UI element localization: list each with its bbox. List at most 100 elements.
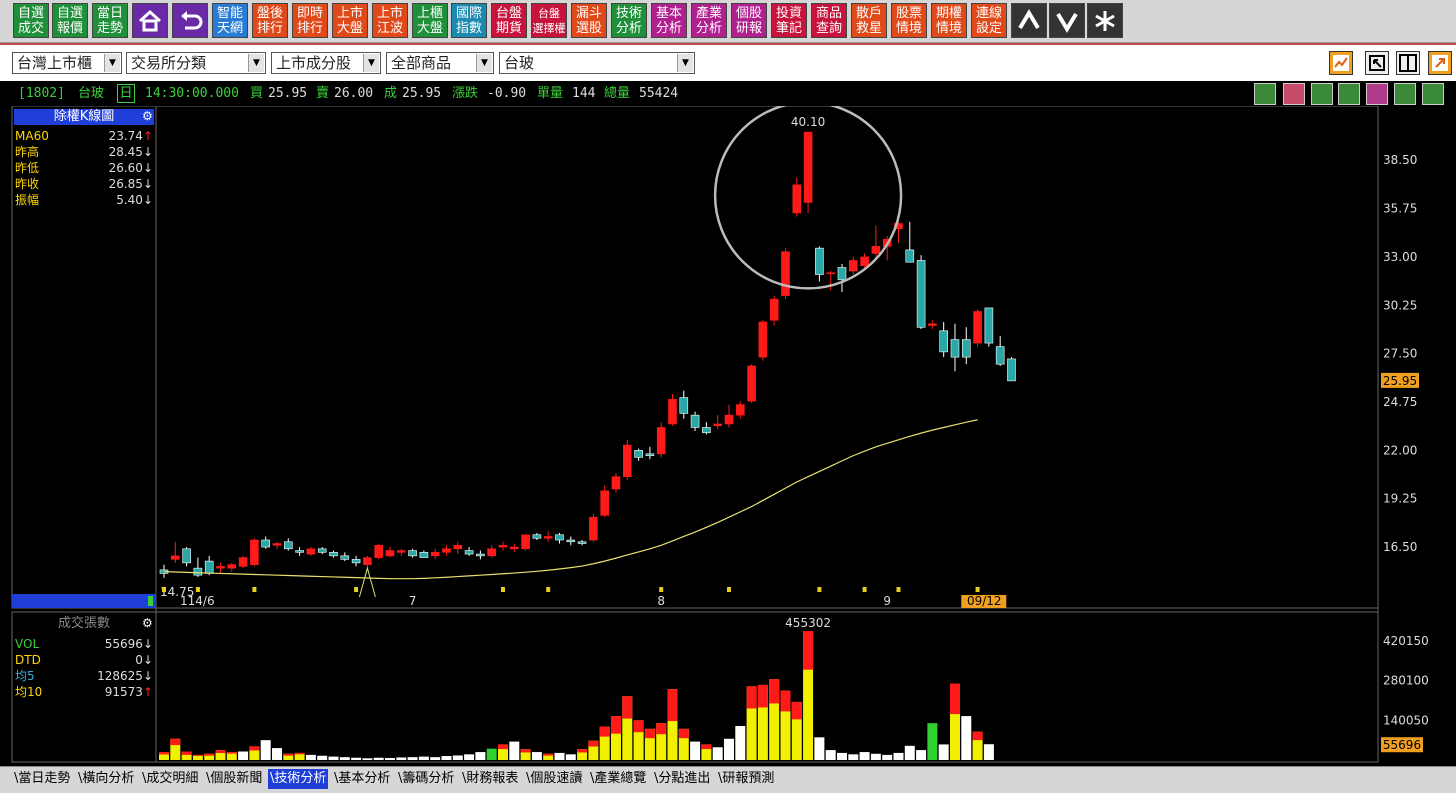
toolbar-button-2[interactable]: 當日 走勢: [92, 3, 128, 38]
y-tick-label: 33.00: [1383, 250, 1417, 264]
toolbar-button-13[interactable]: 技術 分析: [611, 3, 647, 38]
candle-body: [227, 564, 237, 569]
volume-bar: [882, 754, 893, 760]
toolbar-button-20[interactable]: 股票 情境: [891, 3, 927, 38]
volume-bar-red-segment: [667, 689, 678, 722]
volume-bar: [475, 752, 486, 760]
tab-3[interactable]: \個股新聞: [204, 769, 264, 789]
toolbar-button-18[interactable]: 商品 查詢: [811, 3, 847, 38]
toolbar-button-16[interactable]: 個股 研報: [731, 3, 767, 38]
period-button[interactable]: 日: [117, 84, 135, 103]
toolbar-button-1[interactable]: 自選 報價: [52, 3, 88, 38]
max-volume-label: 455302: [785, 616, 831, 630]
popout-icon[interactable]: [1365, 51, 1389, 75]
candle-body: [204, 560, 214, 574]
chart-style-icon[interactable]: [1329, 51, 1353, 75]
toolbar-button-5[interactable]: 即時 排行: [292, 3, 328, 38]
toolbar-button-9[interactable]: 國際 指數: [451, 3, 487, 38]
candle-body: [713, 423, 722, 427]
settings-list-icon[interactable]: [1394, 83, 1416, 105]
candle-body: [170, 555, 180, 560]
candle-body: [487, 548, 496, 557]
volume-settings-gear-icon[interactable]: ⚙: [142, 616, 153, 630]
toolbar-button-19[interactable]: 散戶 救星: [851, 3, 887, 38]
candle-body: [193, 567, 203, 576]
trend-arrow-icon: ↓: [142, 177, 153, 191]
event-marker: [500, 587, 505, 592]
kline_panel-label: MA60: [15, 129, 49, 143]
menu-icon[interactable]: [1422, 83, 1444, 105]
up-arrow-icon[interactable]: [1011, 3, 1047, 38]
compare-icon[interactable]: [1283, 83, 1305, 105]
trend-arrow-icon: ↓: [142, 653, 153, 667]
volume-bar-red-segment: [543, 753, 554, 756]
selector-bar: 台灣上市櫃 ▼ 交易所分類 ▼ 上市成分股 ▼ 全部商品 ▼ 台玻 ▼: [0, 43, 1456, 83]
trend-arrow-icon: ↑: [142, 685, 153, 699]
toolbar-button-12[interactable]: 漏斗 選股: [571, 3, 607, 38]
toolbar-button-11[interactable]: 台盤 選擇權: [531, 3, 567, 38]
toolbar-button-17[interactable]: 投資 筆記: [771, 3, 807, 38]
tab-7[interactable]: \財務報表: [460, 769, 520, 789]
toolbar-button-15[interactable]: 產業 分析: [691, 3, 727, 38]
y-tick-label: 38.50: [1383, 153, 1417, 167]
home-icon[interactable]: [132, 3, 168, 38]
remove-panel-icon[interactable]: [1366, 83, 1388, 105]
toolbar-button-6[interactable]: 上市 大盤: [332, 3, 368, 38]
toolbar-button-3[interactable]: 智能 天網: [212, 3, 248, 38]
volume-tick-label: 140050: [1383, 713, 1429, 727]
volume-bar: [351, 757, 362, 760]
toolbar-button-8[interactable]: 上櫃 大盤: [412, 3, 448, 38]
toolbar-button-7[interactable]: 上市 江波: [372, 3, 408, 38]
asterisk-icon[interactable]: [1087, 3, 1123, 38]
tab-6[interactable]: \籌碼分析: [396, 769, 456, 789]
tab-1[interactable]: \橫向分析: [76, 769, 136, 789]
category-select[interactable]: 交易所分類 ▼: [126, 52, 266, 74]
tab-5[interactable]: \基本分析: [332, 769, 392, 789]
tab-2[interactable]: \成交明細: [140, 769, 200, 789]
component-select[interactable]: 上市成分股 ▼: [271, 52, 381, 74]
event-marker: [975, 587, 980, 592]
y-tick-label: 35.75: [1383, 202, 1417, 216]
candle-body: [521, 534, 530, 550]
toolbar-button-4[interactable]: 盤後 排行: [252, 3, 288, 38]
candle-body: [600, 490, 609, 516]
candle-body: [250, 539, 259, 565]
market-select[interactable]: 台灣上市櫃 ▼: [12, 52, 122, 74]
stock-name: 台玻: [78, 86, 105, 101]
back-arrow-icon[interactable]: [172, 3, 208, 38]
layout-icon[interactable]: [1254, 83, 1276, 105]
add-panel-icon[interactable]: [1338, 83, 1360, 105]
kline-settings-gear-icon[interactable]: ⚙: [142, 109, 153, 123]
candle-body: [419, 552, 429, 558]
candle-body: [351, 559, 361, 564]
x-tick-label: 9: [883, 594, 891, 608]
volume-bar: [690, 741, 701, 760]
toolbar-button-22[interactable]: 連線 設定: [971, 3, 1007, 38]
stock-select[interactable]: 台玻 ▼: [499, 52, 695, 74]
last-volume-label: 55696: [1383, 738, 1421, 752]
expand-icon[interactable]: [1428, 51, 1452, 75]
volume-bar: [317, 755, 328, 760]
tab-8[interactable]: \個股速讀: [524, 769, 584, 789]
split-view-icon[interactable]: [1396, 51, 1420, 75]
product-select[interactable]: 全部商品 ▼: [386, 52, 494, 74]
toolbar-button-21[interactable]: 期權 情境: [931, 3, 967, 38]
tab-0[interactable]: \當日走勢: [12, 769, 72, 789]
indicator-icon[interactable]: [1311, 83, 1333, 105]
toolbar-button-10[interactable]: 台盤 期貨: [491, 3, 527, 38]
technical-chart-svg[interactable]: 38.50 35.75 33.00 30.25 27.50 24.75 22.00 19.25…: [0, 101, 1456, 766]
toolbar-button-14[interactable]: 基本 分析: [651, 3, 687, 38]
tab-11[interactable]: \研報預測: [716, 769, 776, 789]
candle-body: [656, 427, 666, 455]
x-tick-label: 8: [657, 594, 665, 608]
tab-9[interactable]: \產業總覽: [588, 769, 648, 789]
toolbar-button-0[interactable]: 自選 成交: [13, 3, 49, 38]
volume-bar: [859, 752, 870, 760]
volume-bar-red-segment: [757, 684, 768, 708]
tab-10[interactable]: \分點進出: [652, 769, 712, 789]
tab-4[interactable]: \技術分析: [268, 769, 329, 789]
kline-panel-title[interactable]: 除權K線圖: [14, 109, 154, 125]
down-arrow-icon[interactable]: [1049, 3, 1085, 38]
volume-panel-title[interactable]: 成交張數: [14, 616, 154, 632]
trend-arrow-icon: ↓: [142, 637, 153, 651]
